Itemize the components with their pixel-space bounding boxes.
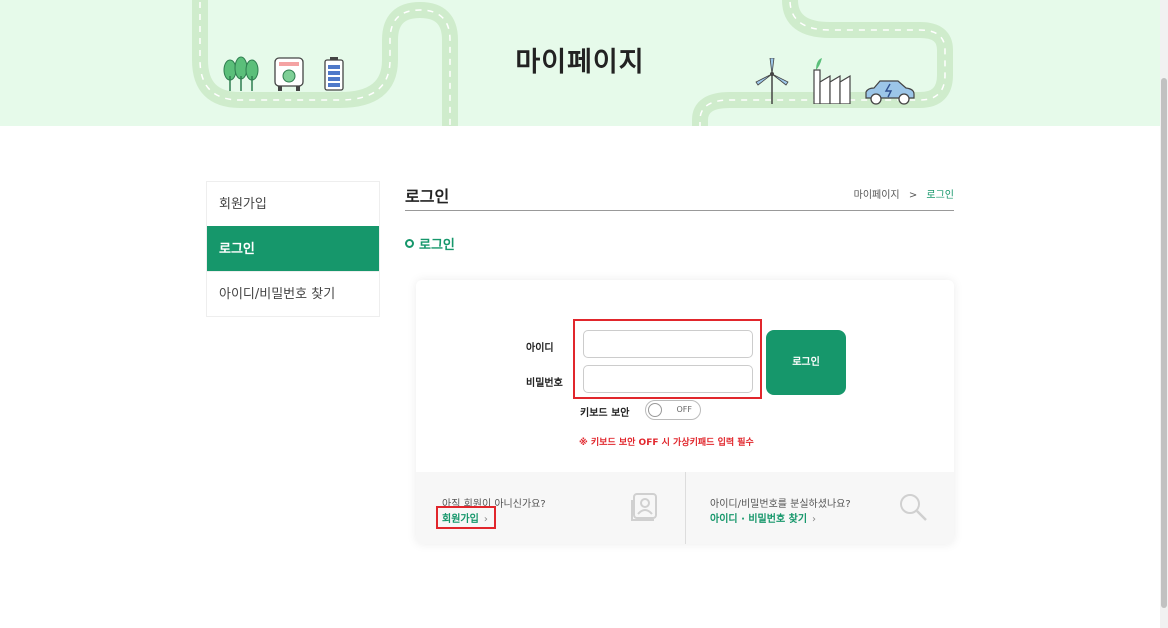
breadcrumb-separator: > xyxy=(908,190,918,201)
title-divider xyxy=(405,210,954,211)
login-panel: 아이디 비밀번호 로그인 키보드 보안 OFF ※ 키보드 보안 OFF 시 가… xyxy=(416,280,954,544)
login-help-panel: 아직 회원이 아니신가요? 회원가입 › 아이디/비밀번호를 분실하셨나요? 아이… xyxy=(416,472,954,544)
header-banner: 마이페이지 xyxy=(0,0,1160,126)
keyboard-security-label: 키보드 보안 xyxy=(580,408,630,419)
help-panel-divider xyxy=(685,472,686,544)
search-icon xyxy=(900,494,927,521)
breadcrumb-parent[interactable]: 마이페이지 xyxy=(854,190,900,201)
sidebar-item-find-account[interactable]: 아이디/비밀번호 찾기 xyxy=(207,271,379,316)
id-input[interactable] xyxy=(583,330,753,358)
sidebar-nav: 회원가입 로그인 아이디/비밀번호 찾기 xyxy=(206,181,380,317)
scrollbar-thumb[interactable] xyxy=(1161,78,1167,608)
user-card-icon xyxy=(631,493,657,521)
sidebar-item-login[interactable]: 로그인 xyxy=(207,226,379,271)
toggle-knob xyxy=(648,403,662,417)
ring-bullet-icon xyxy=(405,239,414,248)
electric-car-icon xyxy=(865,80,915,105)
section-title: 로그인 xyxy=(405,234,455,253)
breadcrumb: 마이페이지 > 로그인 xyxy=(854,186,954,201)
sidebar-item-signup[interactable]: 회원가입 xyxy=(207,181,379,226)
toggle-state: OFF xyxy=(676,405,693,414)
id-label: 아이디 xyxy=(526,343,554,354)
section-title-text: 로그인 xyxy=(419,238,455,253)
keyboard-security-notice: ※ 키보드 보안 OFF 시 가상키패드 입력 필수 xyxy=(579,438,754,448)
page-title: 마이페이지 xyxy=(515,47,645,78)
find-account-link[interactable]: 아이디 · 비밀번호 찾기 › xyxy=(710,510,816,525)
password-label: 비밀번호 xyxy=(526,378,563,389)
login-button[interactable]: 로그인 xyxy=(766,330,846,395)
wind-turbine-icon xyxy=(755,58,789,104)
content-title: 로그인 xyxy=(405,187,450,206)
find-account-question: 아이디/비밀번호를 분실하셨나요? xyxy=(710,499,851,510)
password-input[interactable] xyxy=(583,365,753,393)
breadcrumb-current: 로그인 xyxy=(926,190,954,201)
factory-icon xyxy=(813,58,851,104)
find-account-link-label: 아이디 · 비밀번호 찾기 xyxy=(710,514,808,525)
keyboard-security-toggle[interactable]: OFF xyxy=(645,400,701,420)
page-scrollbar[interactable] xyxy=(1160,0,1168,628)
find-account-link-arrow: › xyxy=(812,514,817,525)
highlight-signup-link xyxy=(436,506,496,529)
